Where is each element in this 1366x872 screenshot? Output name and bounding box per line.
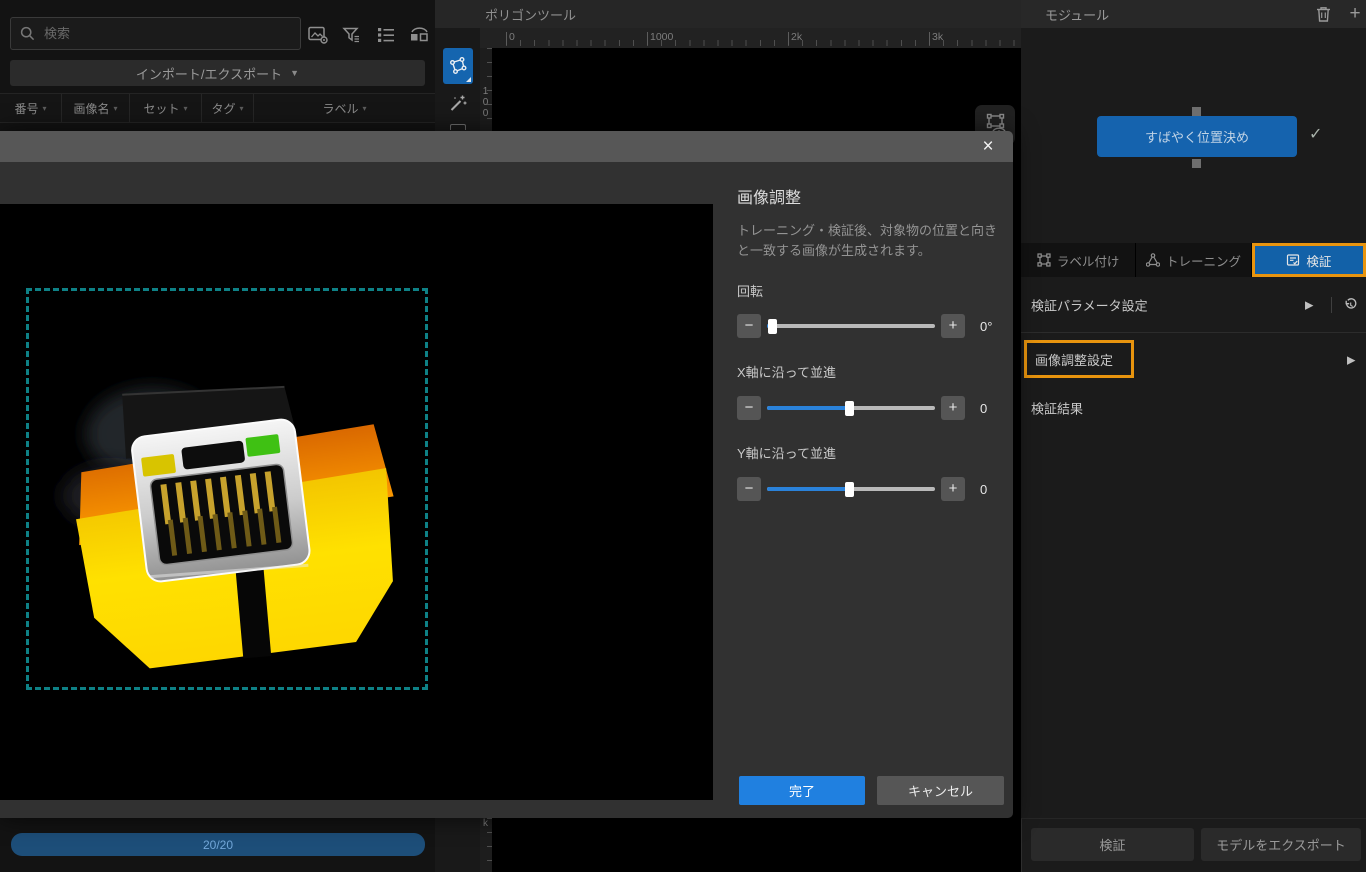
import-export-button[interactable]: インポート/エクスポート ▼ (10, 60, 425, 86)
chevron-down-icon: ▼ (290, 68, 300, 78)
search-input[interactable] (42, 25, 291, 42)
import-export-label: インポート/エクスポート (135, 66, 283, 82)
node-connector-bottom (1192, 159, 1201, 168)
translate-y-label: Y軸に沿って並進 (737, 446, 837, 461)
expand-arrow-icon[interactable]: ▶ (1347, 354, 1355, 367)
filter-icon[interactable] (340, 23, 363, 46)
horizontal-ruler: 0 1000 2k 3k (480, 28, 1021, 48)
sort-caret-icon: ▾ (239, 103, 244, 113)
section-image-adjustment[interactable]: 画像調整設定 ▶ (1021, 332, 1366, 388)
preview-image (0, 204, 713, 800)
list-toolbar (306, 23, 431, 46)
module-panel-header: モジュール + (1021, 0, 1366, 28)
delete-module-button[interactable] (1314, 5, 1332, 23)
sort-caret-icon: ▾ (362, 103, 367, 113)
translate-x-label: X軸に沿って並進 (737, 365, 837, 380)
plus-button[interactable]: + (941, 314, 965, 338)
smart-tool-button[interactable] (443, 88, 473, 118)
export-model-button[interactable]: モデルをエクスポート (1201, 828, 1361, 861)
workflow-tabs: ラベル付け トレーニング 検証 (1021, 243, 1366, 277)
image-adjustment-highlight[interactable]: 画像調整設定 (1024, 340, 1134, 378)
ruler-label: k (483, 818, 488, 829)
slider-track[interactable] (767, 396, 935, 420)
column-set[interactable]: セット ▾ (130, 94, 202, 122)
translate-x-value: 0 (980, 400, 988, 416)
validate-button[interactable]: 検証 (1031, 828, 1194, 861)
ruler-label: 100 (482, 86, 489, 119)
dialog-controls: 画像調整 トレーニング・検証後、対象物の位置と向きと一致する画像が生成されます。… (737, 131, 1004, 818)
node-connector-top (1192, 107, 1201, 116)
history-icon (1345, 297, 1357, 309)
image-count-progress: 20/20 (11, 833, 425, 856)
module-node-button[interactable]: すばやく位置決め (1097, 116, 1297, 157)
rotation-value: 0° (980, 318, 993, 334)
trash-icon (1316, 7, 1330, 22)
sort-caret-icon: ▾ (42, 103, 47, 113)
minus-button[interactable]: − (737, 477, 761, 501)
search-box[interactable] (10, 17, 301, 50)
ruler-label: 2k (791, 31, 803, 43)
slider-handle[interactable] (845, 482, 854, 497)
slider-track[interactable] (767, 477, 935, 501)
tool-title: ポリゴンツール (485, 7, 577, 23)
translate-x-slider: − + 0 (737, 395, 987, 421)
checklist-icon (1287, 254, 1300, 266)
section-validation-result[interactable]: 検証結果 (1021, 388, 1366, 428)
column-label[interactable]: ラベル ▾ (254, 94, 435, 122)
add-module-button[interactable]: + (1346, 3, 1364, 24)
list-view-icon[interactable] (374, 23, 397, 46)
hidden-tool-button[interactable] (450, 124, 466, 130)
polygon-tool-icon (450, 57, 467, 74)
module-panel: モジュール + すばやく位置決め ✓ ラベル付け トレーニング 検証 検証パラメ… (1021, 0, 1366, 872)
ruler-label: 3k (932, 31, 944, 43)
app-root: インポート/エクスポート ▼ 番号▾ 画像名▾ セット▾ タグ▾ ラベル▾ 20… (0, 0, 1366, 872)
training-network-icon (1145, 253, 1160, 267)
check-icon: ✓ (1309, 126, 1323, 143)
tab-labeling[interactable]: ラベル付け (1021, 243, 1137, 277)
slider-track[interactable] (767, 314, 935, 338)
canvas-titlebar: ポリゴンツール (435, 0, 1021, 28)
search-icon (20, 26, 35, 41)
module-panel-footer: 検証 モデルをエクスポート (1021, 818, 1366, 872)
history-button[interactable] (1343, 297, 1358, 312)
column-tag[interactable]: タグ ▾ (202, 94, 254, 122)
column-header-row: 番号 ▾ 画像名 ▾ セット ▾ タグ ▾ ラベル ▾ (0, 93, 435, 123)
column-number[interactable]: 番号 ▾ (0, 94, 62, 122)
plus-button[interactable]: + (941, 477, 965, 501)
column-image-name[interactable]: 画像名 ▾ (62, 94, 130, 122)
translate-y-slider: − + 0 (737, 476, 987, 502)
image-adjustment-dialog: × 画像調整 トレーニング・検証後、対象物の位置と向きと一致する画像が生成されま… (0, 131, 1013, 818)
dialog-description: トレーニング・検証後、対象物の位置と向きと一致する画像が生成されます。 (737, 223, 998, 259)
minus-button[interactable]: − (737, 396, 761, 420)
slider-handle[interactable] (845, 401, 854, 416)
done-button[interactable]: 完了 (739, 776, 865, 805)
section-validation-parameters[interactable]: 検証パラメータ設定 ▶ (1021, 277, 1366, 332)
image-settings-icon[interactable] (306, 23, 329, 46)
magic-wand-icon (450, 95, 467, 111)
dialog-title: 画像調整 (737, 190, 802, 207)
tab-training[interactable]: トレーニング (1136, 243, 1252, 277)
sort-caret-icon: ▾ (183, 103, 188, 113)
rotation-label: 回転 (737, 284, 764, 299)
ruler-label: 1000 (650, 31, 674, 43)
slider-handle[interactable] (768, 319, 777, 334)
polygon-tool-button[interactable] (443, 48, 473, 84)
module-panel-title: モジュール (1045, 7, 1110, 23)
rotation-slider: − + 0° (737, 313, 992, 339)
cancel-button[interactable]: キャンセル (877, 776, 1004, 805)
ruler-ticks (506, 40, 1021, 46)
positioning-roi-box (26, 288, 428, 690)
gallery-switch-icon[interactable] (408, 23, 431, 46)
plus-icon: + (1349, 3, 1361, 24)
minus-button[interactable]: − (737, 314, 761, 338)
bounding-box-icon (1037, 253, 1051, 267)
expand-arrow-icon[interactable]: ▶ (1305, 298, 1313, 311)
tab-validation[interactable]: 検証 (1251, 243, 1366, 277)
plus-button[interactable]: + (941, 396, 965, 420)
ruler-label: 0 (509, 31, 515, 43)
divider (1331, 296, 1332, 313)
sort-caret-icon: ▾ (113, 103, 118, 113)
translate-y-value: 0 (980, 481, 988, 497)
